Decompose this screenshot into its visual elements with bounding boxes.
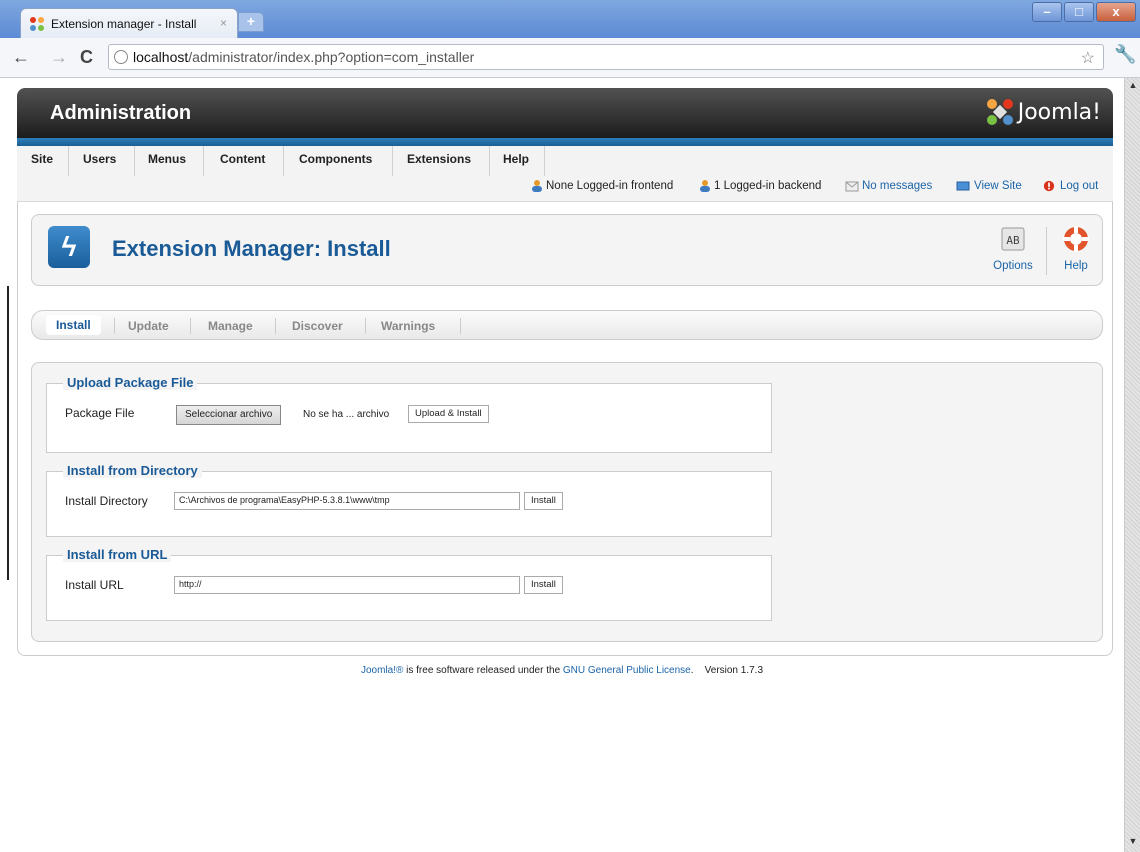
reload-icon[interactable]: C (80, 47, 93, 68)
main-menu: Site Users Menus Content Components Exte… (17, 146, 1113, 202)
extension-manager-icon: ϟ (48, 226, 90, 268)
install-url-input[interactable]: http:// (174, 576, 520, 594)
scroll-up-icon[interactable]: ▲ (1127, 80, 1139, 94)
footer-version: . Version 1.7.3 (690, 665, 764, 676)
users-backend-icon (700, 180, 710, 192)
package-file-label: Package File (65, 406, 135, 420)
upload-fieldset: Upload Package File Package File Selecci… (46, 375, 772, 453)
joomla-logo: Joomla! (986, 98, 1101, 126)
extension-subnav: Install Update Manage Discover Warnings (31, 310, 1103, 340)
install-panel: Upload Package File Package File Selecci… (31, 362, 1103, 642)
admin-brand: Administration (50, 102, 192, 124)
browser-tab[interactable]: Extension manager - Install × (20, 8, 238, 38)
joomla-favicon-icon (30, 17, 44, 31)
help-label: Help (1064, 260, 1088, 272)
menu-help[interactable]: Help (503, 152, 529, 166)
options-button[interactable]: AB Options (988, 225, 1038, 272)
footer-text: is free software released under the (403, 665, 563, 676)
address-url: localhost/administrator/index.php?option… (133, 49, 475, 65)
messages-icon (845, 181, 859, 192)
forward-arrow-icon[interactable]: → (50, 47, 68, 68)
choose-file-button[interactable]: Seleccionar archivo (176, 405, 282, 425)
left-edge-divider (7, 286, 9, 580)
subnav-install[interactable]: Install (46, 315, 101, 335)
view-site-link[interactable]: View Site (974, 180, 1022, 192)
tab-close-icon[interactable]: × (220, 16, 227, 30)
view-site-icon (956, 181, 970, 191)
upload-legend: Upload Package File (63, 375, 198, 390)
help-lifebuoy-icon (1063, 226, 1089, 252)
options-icon: AB (1001, 227, 1025, 251)
install-url-label: Install URL (65, 578, 124, 592)
menu-extensions[interactable]: Extensions (407, 152, 471, 166)
help-button[interactable]: Help (1054, 225, 1098, 272)
browser-toolbar: ← → C localhost/administrator/index.php?… (0, 38, 1140, 78)
install-directory-label: Install Directory (65, 494, 148, 508)
menu-site[interactable]: Site (31, 152, 53, 166)
maximize-button[interactable]: □ (1064, 2, 1094, 22)
close-window-button[interactable]: x (1096, 2, 1136, 22)
subnav-warnings[interactable]: Warnings (381, 319, 435, 333)
footer-joomla-link[interactable]: Joomla!® (361, 665, 403, 676)
install-directory-button[interactable]: Install (524, 492, 563, 510)
joomla-logo-icon (986, 99, 1013, 125)
subnav-update[interactable]: Update (128, 319, 169, 333)
menu-menus[interactable]: Menus (148, 152, 186, 166)
subnav-discover[interactable]: Discover (292, 319, 343, 333)
bookmark-star-icon[interactable]: ☆ (1081, 48, 1095, 68)
new-tab-button[interactable]: + (238, 12, 264, 32)
install-url-button[interactable]: Install (524, 576, 563, 594)
menu-users[interactable]: Users (83, 152, 116, 166)
install-directory-input[interactable]: C:\Archivos de programa\EasyPHP-5.3.8.1\… (174, 492, 520, 510)
status-messages-link[interactable]: No messages (862, 180, 932, 192)
menu-components[interactable]: Components (299, 152, 372, 166)
footer: Joomla!® is free software released under… (0, 665, 1124, 676)
users-frontend-icon (532, 180, 542, 192)
page-info-icon[interactable] (114, 50, 128, 64)
header-accent-bar (17, 138, 1113, 146)
url-fieldset: Install from URL Install URL http:// Ins… (46, 547, 772, 621)
wrench-menu-icon[interactable]: 🔧 (1114, 44, 1136, 65)
title-panel: ϟ Extension Manager: Install AB Options … (31, 214, 1103, 286)
page-scrollbar[interactable]: ▲ ▼ (1124, 78, 1140, 852)
page-title: Extension Manager: Install (112, 236, 391, 261)
browser-titlebar: Extension manager - Install × + – □ x (0, 0, 1140, 38)
directory-fieldset: Install from Directory Install Directory… (46, 463, 772, 537)
footer-license-link[interactable]: GNU General Public License (563, 665, 691, 676)
subnav-manage[interactable]: Manage (208, 319, 253, 333)
admin-header: Administration Joomla! (17, 88, 1113, 138)
directory-legend: Install from Directory (63, 463, 202, 478)
options-label: Options (993, 260, 1033, 272)
status-frontend: None Logged-in frontend (546, 180, 674, 192)
logout-link[interactable]: Log out (1060, 180, 1098, 192)
scroll-down-icon[interactable]: ▼ (1127, 836, 1139, 850)
address-bar[interactable]: localhost/administrator/index.php?option… (108, 44, 1104, 70)
minimize-button[interactable]: – (1032, 2, 1062, 22)
url-legend: Install from URL (63, 547, 172, 562)
menu-content[interactable]: Content (220, 152, 265, 166)
svg-text:AB: AB (1006, 234, 1020, 247)
chosen-file-name: No se ha ... archivo (303, 409, 390, 420)
status-backend: 1 Logged-in backend (714, 180, 822, 192)
tab-title: Extension manager - Install (51, 17, 197, 31)
upload-install-button[interactable]: Upload & Install (408, 405, 489, 423)
logout-icon (1043, 180, 1055, 192)
back-arrow-icon[interactable]: ← (12, 47, 30, 68)
joomla-logo-text: Joomla! (1017, 99, 1101, 125)
